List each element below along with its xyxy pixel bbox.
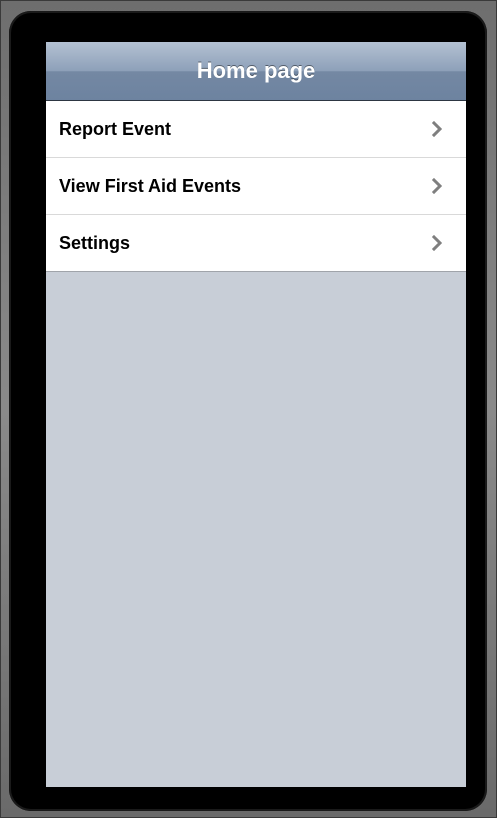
row-label: View First Aid Events: [59, 175, 242, 196]
table-row-settings[interactable]: Settings: [46, 215, 466, 272]
chevron-right-icon: [430, 121, 444, 137]
chevron-right-icon: [430, 235, 444, 251]
table-row-view-first-aid-events[interactable]: View First Aid Events: [46, 158, 466, 215]
nav-title: Home page: [196, 58, 316, 83]
menu-table: Report Event View First Aid Events Setti…: [46, 101, 466, 272]
chevron-right-icon: [430, 178, 444, 194]
row-label: Settings: [59, 232, 131, 253]
screen: Home page Report Event View First Aid Ev…: [46, 42, 466, 787]
window-frame: Home page Report Event View First Aid Ev…: [0, 0, 497, 818]
navigation-bar: Home page: [46, 42, 466, 101]
table-row-report-event[interactable]: Report Event: [46, 101, 466, 158]
row-label: Report Event: [59, 118, 172, 139]
